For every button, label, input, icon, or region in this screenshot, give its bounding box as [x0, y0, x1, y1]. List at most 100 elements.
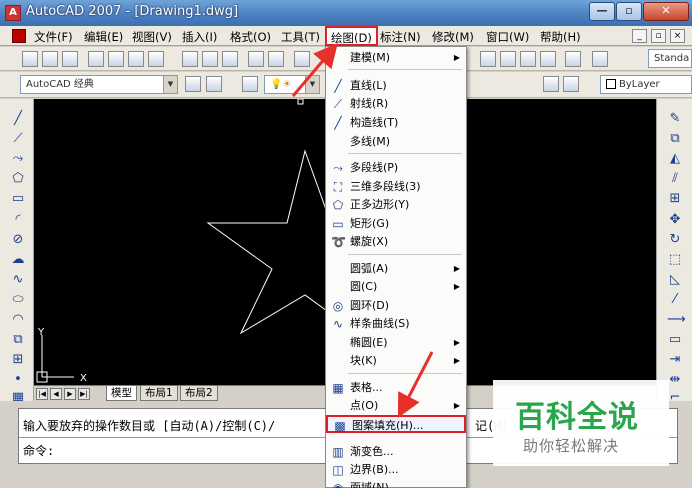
copy-object-icon[interactable]: ⧉ — [667, 131, 683, 146]
doc-restore-button[interactable]: ▫ — [651, 29, 666, 43]
stretch-icon[interactable]: ◺ — [667, 272, 683, 287]
draw-menu-polygon[interactable]: ⬠ 正多边形(Y) — [326, 196, 466, 214]
draw-menu-block[interactable]: 块(K) ▶ — [326, 352, 466, 370]
minimize-button[interactable]: — — [589, 2, 615, 21]
save-icon[interactable] — [62, 51, 78, 67]
menu-tools[interactable]: 工具(T) — [281, 29, 320, 45]
paste-icon[interactable] — [222, 51, 238, 67]
draw-menu-spline[interactable]: ∿ 样条曲线(S) — [326, 315, 466, 333]
doc-minimize-button[interactable]: _ — [632, 29, 647, 43]
offset-icon[interactable]: ⫽ — [667, 171, 683, 186]
draw-menu-line[interactable]: ╱ 直线(L) — [326, 77, 466, 95]
menu-help[interactable]: 帮助(H) — [540, 29, 581, 45]
plot-icon[interactable] — [88, 51, 104, 67]
workspace-dropdown[interactable]: AutoCAD 经典 ▼ — [20, 75, 178, 94]
draw-menu-multiline[interactable]: 多线(M) — [326, 133, 466, 151]
draw-menu-rectangle[interactable]: ▭ 矩形(G) — [326, 215, 466, 233]
menu-dimension[interactable]: 标注(N) — [380, 29, 421, 45]
tab-layout1[interactable]: 布局1 — [140, 386, 178, 401]
next-tab-icon[interactable]: ▶ — [64, 388, 76, 400]
preview-icon[interactable] — [108, 51, 124, 67]
autocad-logo-icon[interactable]: A — [5, 5, 21, 21]
menu-view[interactable]: 视图(V) — [132, 29, 172, 45]
draw-menu-point[interactable]: 点(O) ▶ — [326, 397, 466, 415]
draw-menu-table[interactable]: ▦ 表格... — [326, 379, 466, 397]
open-icon[interactable] — [42, 51, 58, 67]
tab-layout2[interactable]: 布局2 — [180, 386, 218, 401]
copy-icon[interactable] — [202, 51, 218, 67]
polyline-icon[interactable]: ⤳ — [10, 151, 26, 166]
menu-insert[interactable]: 插入(I) — [182, 29, 217, 45]
ellipse-icon[interactable]: ⬭ — [10, 292, 26, 307]
new-icon[interactable] — [22, 51, 38, 67]
maximize-button[interactable]: ▫ — [616, 2, 642, 21]
menu-format[interactable]: 格式(O) — [230, 29, 271, 45]
draw-menu-hatch[interactable]: ▩ 图案填充(H)... — [326, 415, 466, 433]
rotate-icon[interactable]: ↻ — [667, 232, 683, 247]
circle-icon[interactable]: ⊘ — [10, 232, 26, 247]
make-current-layer-icon[interactable] — [543, 76, 559, 92]
draw-menu-circle[interactable]: 圆(C) ▶ — [326, 278, 466, 296]
menu-modify[interactable]: 修改(M) — [432, 29, 474, 45]
break-icon[interactable]: ▭ — [667, 332, 683, 347]
tool-palettes-icon[interactable] — [520, 51, 536, 67]
layer-previous-icon[interactable] — [563, 76, 579, 92]
draw-menu-3dpoly[interactable]: ⛶ 三维多段线(3) — [326, 178, 466, 196]
workspace-settings-icon[interactable] — [185, 76, 201, 92]
tab-model[interactable]: 模型 — [106, 386, 137, 401]
draw-menu-xline[interactable]: ╱ 构造线(T) — [326, 114, 466, 132]
text-style-dropdown[interactable]: Standa — [648, 49, 692, 68]
grip-marker[interactable] — [297, 99, 304, 105]
close-button[interactable]: ✕ — [643, 2, 689, 21]
help-icon[interactable] — [592, 51, 608, 67]
cut-icon[interactable] — [182, 51, 198, 67]
layer-dropdown[interactable]: 💡☀ ▼ — [264, 75, 320, 94]
color-dropdown[interactable]: ByLayer — [600, 75, 692, 94]
last-tab-icon[interactable]: ▶| — [78, 388, 90, 400]
draw-menu-region[interactable]: ◉ 面域(N) — [326, 479, 466, 488]
first-tab-icon[interactable]: |◀ — [36, 388, 48, 400]
ellipse-arc-icon[interactable]: ◠ — [10, 312, 26, 327]
properties-icon[interactable] — [480, 51, 496, 67]
erase-icon[interactable]: ✎ — [667, 111, 683, 126]
menu-draw[interactable]: 绘图(D) — [325, 26, 378, 46]
draw-menu-ellipse[interactable]: 椭圆(E) ▶ — [326, 334, 466, 352]
rectangle-icon[interactable]: ▭ — [10, 191, 26, 206]
design-center-icon[interactable] — [500, 51, 516, 67]
calculator-icon[interactable] — [565, 51, 581, 67]
document-icon[interactable] — [12, 29, 26, 43]
trim-icon[interactable]: ⁄ — [667, 292, 683, 307]
make-block-icon[interactable]: ⊞ — [10, 352, 26, 367]
draw-menu-gradient[interactable]: ▥ 渐变色... — [326, 443, 466, 461]
draw-menu-boundary[interactable]: ◫ 边界(B)... — [326, 461, 466, 479]
publish-icon[interactable] — [128, 51, 144, 67]
menu-file[interactable]: 文件(F) — [34, 29, 73, 45]
move-icon[interactable]: ✥ — [667, 212, 683, 227]
point-icon[interactable]: • — [10, 372, 26, 387]
my-workspace-icon[interactable] — [206, 76, 222, 92]
draw-menu-polyline[interactable]: ⤳ 多段线(P) — [326, 159, 466, 177]
layer-manager-icon[interactable] — [242, 76, 258, 92]
sheet-set-icon[interactable] — [540, 51, 556, 67]
draw-menu-helix[interactable]: ➰ 螺旋(X) — [326, 233, 466, 251]
draw-menu-donut[interactable]: ◎ 圆环(D) — [326, 297, 466, 315]
chamfer-icon[interactable]: ⇹ — [667, 372, 683, 387]
spline-icon[interactable]: ∿ — [10, 272, 26, 287]
match-properties-icon[interactable] — [248, 51, 264, 67]
insert-block-icon[interactable]: ⧉ — [10, 332, 26, 347]
extend-icon[interactable]: ⟶ — [667, 312, 686, 327]
xline-icon[interactable]: ⟋ — [10, 131, 26, 146]
draw-menu-modeling[interactable]: 建模(M) ▶ — [326, 49, 466, 67]
mirror-icon[interactable]: ◭ — [667, 151, 683, 166]
block-editor-icon[interactable] — [268, 51, 284, 67]
arc-icon[interactable]: ◜ — [10, 212, 26, 227]
array-icon[interactable]: ⊞ — [667, 191, 683, 206]
revcloud-icon[interactable]: ☁ — [10, 252, 26, 267]
line-icon[interactable]: ╱ — [10, 111, 26, 126]
draw-menu-ray[interactable]: ⟋ 射线(R) — [326, 95, 466, 113]
3d-dwf-icon[interactable] — [148, 51, 164, 67]
doc-close-button[interactable]: × — [670, 29, 685, 43]
prev-tab-icon[interactable]: ◀ — [50, 388, 62, 400]
join-icon[interactable]: ⇥ — [667, 352, 683, 367]
scale-icon[interactable]: ⬚ — [667, 252, 683, 267]
